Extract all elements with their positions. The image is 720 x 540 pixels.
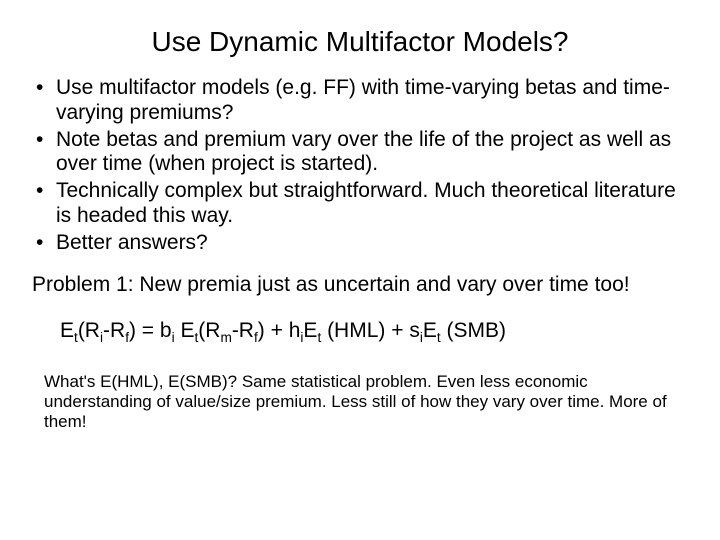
list-item: Note betas and premium vary over the lif… bbox=[30, 128, 690, 178]
eq-part: ) + h bbox=[258, 319, 301, 342]
eq-part: -R bbox=[103, 319, 125, 342]
eq-part: -R bbox=[232, 319, 254, 342]
eq-part: E bbox=[175, 319, 195, 342]
eq-part: (R bbox=[78, 319, 100, 342]
eq-part: E bbox=[303, 319, 317, 342]
eq-part: E bbox=[60, 319, 74, 342]
list-item: Use multifactor models (e.g. FF) with ti… bbox=[30, 76, 690, 126]
slide: Use Dynamic Multifactor Models? Use mult… bbox=[0, 0, 720, 540]
list-item: Technically complex but straightforward.… bbox=[30, 179, 690, 229]
problem-statement: Problem 1: New premia just as uncertain … bbox=[32, 273, 690, 297]
eq-part: ) = b bbox=[129, 319, 172, 342]
list-item: Better answers? bbox=[30, 231, 690, 256]
eq-part: (SMB) bbox=[441, 319, 506, 342]
footnote: What's E(HML), E(SMB)? Same statistical … bbox=[44, 372, 676, 433]
eq-part: (R bbox=[198, 319, 220, 342]
slide-title: Use Dynamic Multifactor Models? bbox=[30, 26, 690, 58]
eq-part: E bbox=[423, 319, 437, 342]
eq-sub: m bbox=[220, 331, 231, 346]
bullet-list: Use multifactor models (e.g. FF) with ti… bbox=[30, 76, 690, 255]
eq-part: (HML) + s bbox=[321, 319, 420, 342]
equation: Et(Ri-Rf) = bi Et(Rm-Rf) + hiEt (HML) + … bbox=[60, 319, 690, 345]
